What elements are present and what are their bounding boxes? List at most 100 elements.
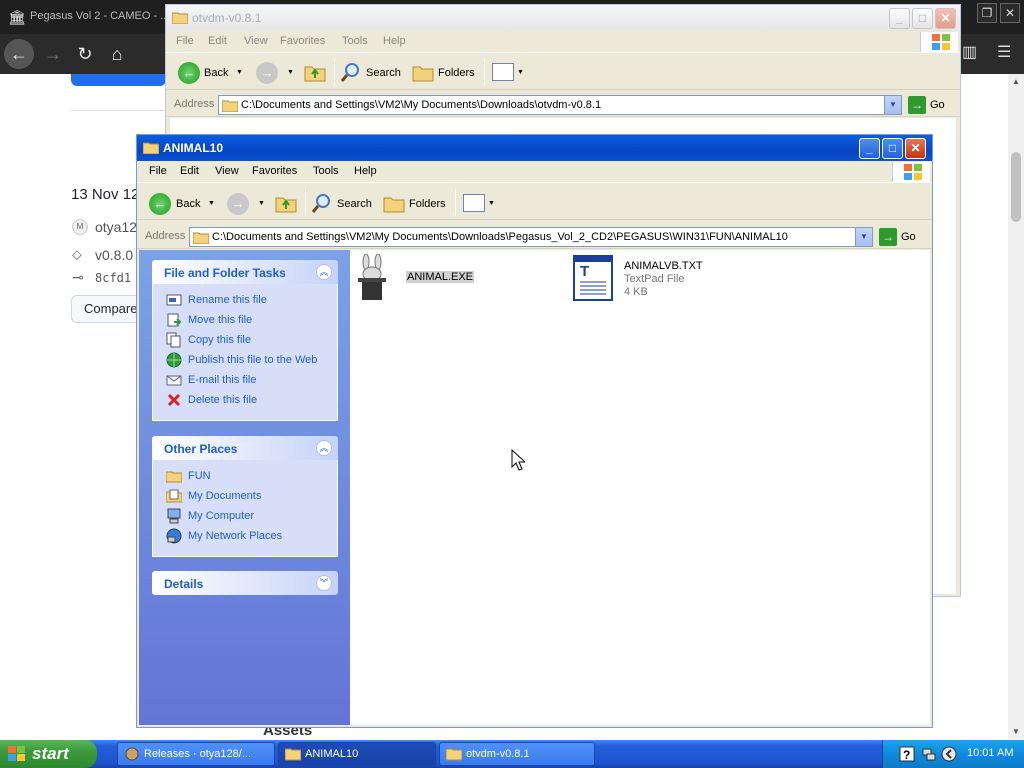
menu-tools[interactable]: Tools xyxy=(313,165,339,177)
file-name[interactable]: ANIMALVB.TXT xyxy=(624,260,703,272)
menu-file[interactable]: File xyxy=(176,35,194,47)
menu-help[interactable]: Help xyxy=(383,35,406,47)
address-dropdown-icon[interactable]: ▼ xyxy=(884,96,901,114)
collapse-icon[interactable]: ︽ xyxy=(316,264,332,280)
browser-close-button[interactable]: ✕ xyxy=(1000,3,1020,23)
details-header[interactable]: Details ︾ xyxy=(152,571,338,595)
expand-icon[interactable]: ︾ xyxy=(316,575,332,591)
browser-scrollbar[interactable]: ▲ ▼ xyxy=(1008,74,1024,740)
task-publish-file[interactable]: Publish this file to the Web xyxy=(153,350,337,370)
go-arrow-icon[interactable]: → xyxy=(879,228,897,246)
menu-file[interactable]: File xyxy=(149,165,167,177)
folders-button[interactable]: Folders xyxy=(409,198,446,210)
taskbar-button-releases[interactable]: Releases · otya128/... xyxy=(117,742,275,766)
minimize-button[interactable]: _ xyxy=(889,8,910,29)
task-rename-file[interactable]: Rename this file xyxy=(153,290,337,310)
up-folder-icon[interactable] xyxy=(275,193,297,213)
back-dropdown-icon[interactable]: ▼ xyxy=(208,200,215,207)
forward-dropdown-icon[interactable]: ▼ xyxy=(287,69,294,76)
clock[interactable]: 10:01 AM xyxy=(967,747,1013,759)
reload-button[interactable]: ↻ xyxy=(70,39,100,69)
task-email-file[interactable]: E-mail this file xyxy=(153,370,337,390)
back-arrow-icon[interactable]: ← xyxy=(178,62,200,84)
menu-edit[interactable]: Edit xyxy=(180,165,199,177)
menu-edit[interactable]: Edit xyxy=(208,35,227,47)
scroll-down-arrow[interactable]: ▼ xyxy=(1008,724,1024,740)
help-icon[interactable]: ? xyxy=(899,746,915,762)
task-move-file[interactable]: Move this file xyxy=(153,310,337,330)
views-icon[interactable] xyxy=(492,63,514,81)
folders-icon[interactable] xyxy=(412,62,434,82)
start-button[interactable]: start xyxy=(0,740,97,768)
menu-tools[interactable]: Tools xyxy=(342,35,368,47)
task-copy-file[interactable]: Copy this file xyxy=(153,330,337,350)
go-button[interactable]: Go xyxy=(901,231,916,243)
minimize-button[interactable]: _ xyxy=(859,138,880,159)
folders-icon[interactable] xyxy=(383,193,405,213)
menu-favorites[interactable]: Favorites xyxy=(252,165,297,177)
file-name[interactable]: ANIMAL.EXE xyxy=(406,271,475,283)
views-icon[interactable] xyxy=(463,194,485,212)
back-button[interactable]: Back xyxy=(176,198,200,210)
views-dropdown-icon[interactable]: ▼ xyxy=(517,69,524,76)
address-text[interactable]: C:\Documents and Settings\VM2\My Documen… xyxy=(241,99,601,111)
go-arrow-icon[interactable]: → xyxy=(908,96,926,114)
network-icon[interactable] xyxy=(921,746,937,762)
release-tag[interactable]: v0.8.0 xyxy=(95,247,133,263)
go-button[interactable]: Go xyxy=(930,99,945,111)
browser-back-button[interactable]: ← xyxy=(4,39,34,69)
place-my-network[interactable]: My Network Places xyxy=(153,526,337,546)
other-places-header[interactable]: Other Places ︽ xyxy=(152,436,338,460)
taskbar-button-otvdm[interactable]: otvdm-v0.8.1 xyxy=(439,742,595,766)
releases-button[interactable] xyxy=(71,74,166,86)
release-author[interactable]: otya12 xyxy=(95,219,137,235)
views-dropdown-icon[interactable]: ▼ xyxy=(488,200,495,207)
maximize-button[interactable]: □ xyxy=(882,138,903,159)
avatar[interactable]: M xyxy=(72,219,88,235)
menu-view[interactable]: View xyxy=(215,165,239,177)
sidebar-icon[interactable]: ▥ xyxy=(962,43,977,63)
forward-arrow-icon[interactable]: → xyxy=(227,193,249,215)
collapse-icon[interactable]: ︽ xyxy=(316,440,332,456)
place-fun[interactable]: FUN xyxy=(153,466,337,486)
place-my-documents[interactable]: My Documents xyxy=(153,486,337,506)
scroll-up-arrow[interactable]: ▲ xyxy=(1008,74,1024,90)
browser-tab-title[interactable]: Pegasus Vol 2 - CAMEO - ... xyxy=(30,10,165,22)
menu-icon[interactable]: ☰ xyxy=(997,43,1011,63)
menu-view[interactable]: View xyxy=(244,35,268,47)
forward-arrow-icon[interactable]: → xyxy=(256,62,278,84)
browser-forward-button[interactable]: → xyxy=(38,39,68,69)
file-item-animalvb-txt[interactable]: T ANIMALVB.TXT TextPad File 4 KB xyxy=(572,254,772,304)
scroll-thumb[interactable] xyxy=(1011,152,1021,222)
back-dropdown-icon[interactable]: ▼ xyxy=(236,69,243,76)
address-input[interactable]: C:\Documents and Settings\VM2\My Documen… xyxy=(189,227,873,247)
back-arrow-icon[interactable]: ← xyxy=(149,193,171,215)
release-commit[interactable]: 8cfd1 xyxy=(95,271,131,285)
forward-dropdown-icon[interactable]: ▼ xyxy=(258,200,265,207)
search-button[interactable]: Search xyxy=(366,67,401,79)
file-item-animal-exe[interactable]: ANIMAL.EXE xyxy=(356,254,556,304)
file-folder-tasks-header[interactable]: File and Folder Tasks ︽ xyxy=(152,260,338,284)
close-button[interactable]: ✕ xyxy=(935,8,956,29)
folders-button[interactable]: Folders xyxy=(438,67,475,79)
home-button[interactable]: ⌂ xyxy=(102,39,132,69)
search-icon[interactable] xyxy=(311,192,333,214)
titlebar[interactable]: ANIMAL10 _ □ ✕ xyxy=(137,135,932,161)
search-icon[interactable] xyxy=(340,61,362,83)
start-label[interactable]: start xyxy=(32,744,69,764)
back-button[interactable]: Back xyxy=(204,67,228,79)
address-dropdown-icon[interactable]: ▼ xyxy=(855,228,872,246)
taskbar-button-animal10[interactable]: ANIMAL10 xyxy=(278,742,436,766)
close-button[interactable]: ✕ xyxy=(905,138,926,159)
explorer-window-animal10[interactable]: ANIMAL10 _ □ ✕ File Edit View Favorites … xyxy=(136,134,933,728)
search-button[interactable]: Search xyxy=(337,198,372,210)
titlebar[interactable]: otvdm-v0.8.1 _ □ ✕ xyxy=(166,5,960,31)
up-folder-icon[interactable] xyxy=(304,62,326,82)
address-text[interactable]: C:\Documents and Settings\VM2\My Documen… xyxy=(212,231,788,243)
maximize-button[interactable]: □ xyxy=(912,8,933,29)
menu-help[interactable]: Help xyxy=(354,165,377,177)
menu-favorites[interactable]: Favorites xyxy=(280,35,325,47)
volume-icon[interactable] xyxy=(941,746,957,762)
browser-restore-button[interactable]: ❐ xyxy=(977,3,997,23)
task-delete-file[interactable]: Delete this file xyxy=(153,390,337,410)
